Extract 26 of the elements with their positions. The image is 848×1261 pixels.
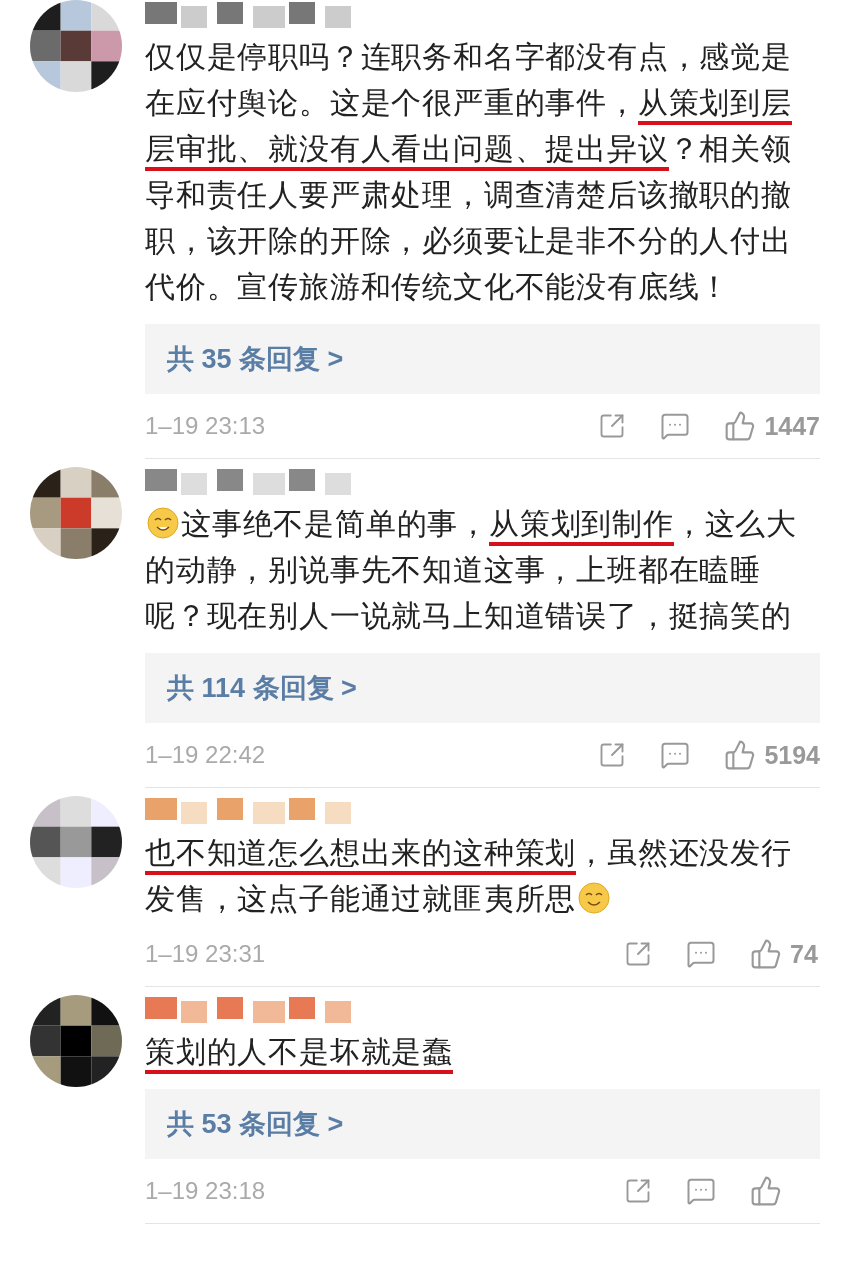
comment-text: 也不知道怎么想出来的这种策划，虽然还没发行发售，这点子能通过就匪夷所思	[145, 835, 793, 917]
replies-link[interactable]: 共 114 条回复 >	[145, 653, 820, 723]
thumbs-up-icon[interactable]	[724, 410, 757, 442]
comment-text: 仅仅是停职吗？连职务和名字都没有点，感觉是在应付舆论。这是个很严重的事件，从策划到层层审批、就没有人看出问题、提出异议？相关领导和责任人要严肃处理，调查清楚后该撤职的撤职，该开除的开除，必须要让是非不分的人付出代价。宣传旅游和传统文化不能没有底线！	[145, 39, 793, 305]
share-icon[interactable]	[624, 1177, 652, 1205]
like-count: 1447	[764, 411, 820, 441]
comment-time: 1–19 23:13	[145, 412, 267, 440]
replies-link[interactable]: 共 53 条回复 >	[145, 1089, 820, 1159]
comment-icon[interactable]	[686, 1176, 716, 1206]
thumbs-up-icon[interactable]	[724, 739, 757, 771]
thumbs-up-icon[interactable]	[750, 1175, 782, 1207]
thumbs-up-icon[interactable]	[750, 938, 782, 970]
comment-time: 1–19 23:18	[145, 1177, 267, 1205]
comment-time: 1–19 23:31	[145, 940, 267, 968]
smiling-face-icon	[578, 882, 611, 914]
comment-icon[interactable]	[686, 939, 716, 969]
comment-icon[interactable]	[660, 411, 691, 441]
laughing-face-icon	[147, 507, 179, 539]
comment-time: 1–19 22:42	[145, 741, 267, 769]
share-icon[interactable]	[624, 940, 652, 968]
like-count: 74	[790, 939, 819, 969]
comment-icon[interactable]	[660, 740, 691, 770]
comment-text: 这事绝不是简单的事，从策划到制作，这么大的动静，别说事先不知道这事，上班都在瞌睡呢？现在别人一说就马上知道错误了，挺搞笑的	[145, 506, 798, 634]
comment-text: 策划的人不是坏就是蠢	[145, 1029, 805, 1075]
like-count: 5194	[764, 740, 820, 770]
replies-link[interactable]: 共 35 条回复 >	[145, 324, 820, 394]
